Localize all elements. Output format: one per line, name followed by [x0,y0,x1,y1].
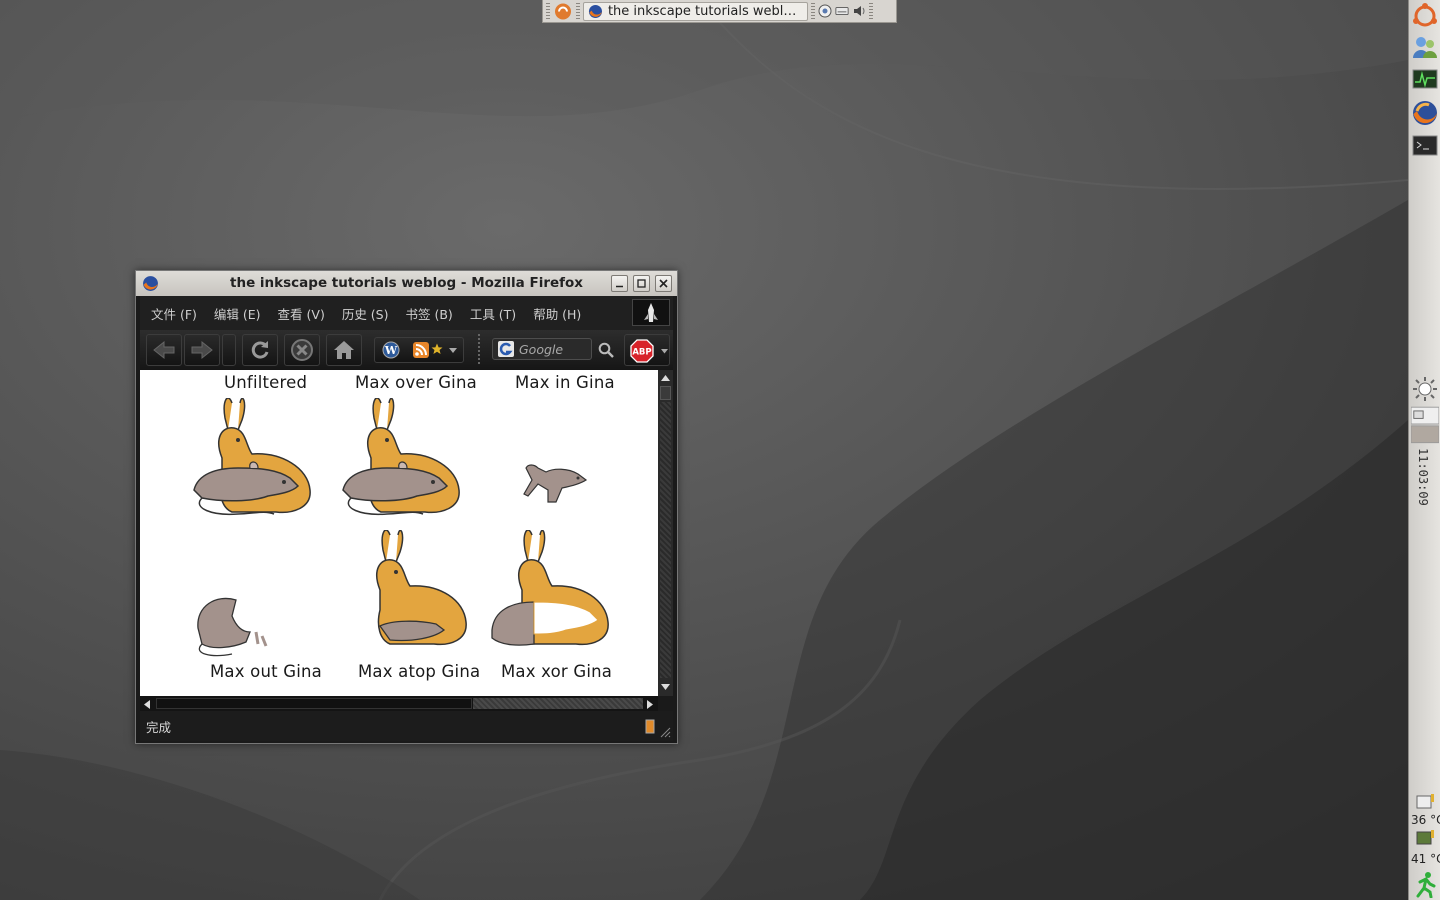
resize-grip-icon[interactable] [660,727,671,738]
caption-unfiltered: Unfiltered [224,373,308,392]
image-max-in-gina [523,464,588,503]
firefox-icon [588,4,603,18]
chevron-down-icon[interactable] [449,348,457,354]
menu-file[interactable]: 文件 (F) [151,304,197,323]
statusbar: 完成 [140,711,673,741]
reload-icon [251,341,269,359]
search-input[interactable] [519,341,587,357]
logout-runner-icon[interactable] [1411,870,1439,898]
adblock-plus-icon: ABP [630,339,654,363]
firefox-launcher-icon[interactable] [1411,99,1439,127]
stop-icon [291,339,313,361]
menu-history[interactable]: 历史 (S) [342,304,389,323]
home-button[interactable] [326,334,362,366]
navigation-toolbar: W ABP [140,330,673,370]
search-engine-icon[interactable] [497,340,515,358]
menubar: 文件 (F) 编辑 (E) 查看 (V) 历史 (S) 书签 (B) 工具 (T… [140,296,673,330]
stop-button[interactable] [284,334,320,366]
vertical-scroll-track[interactable] [660,402,671,678]
dock-clock[interactable]: 11:03:09 [1416,448,1430,506]
throbber-icon [632,299,670,326]
vertical-scrollbar[interactable] [658,370,673,696]
chevron-down-icon [661,349,668,354]
taskbar-grip[interactable] [546,2,550,20]
right-dock: 11:03:09 36 °C 41 °C [1408,0,1440,900]
gpu-temp-icon [1411,826,1439,850]
history-dropdown-button[interactable] [222,334,236,366]
forward-button[interactable] [184,334,220,366]
firefox-window: the inkscape tutorials weblog - Mozilla … [135,270,678,744]
scroll-left-arrow-icon[interactable] [144,700,150,709]
toolbar-separator [478,334,480,366]
caption-max-atop-gina: Max atop Gina [358,662,481,681]
bookmark-star-icon[interactable] [431,343,443,355]
menu-view[interactable]: 查看 (V) [278,304,325,323]
ubuntu-menu-icon[interactable] [553,2,573,21]
cpu-temp-value: 36 °C [1411,813,1440,827]
forward-arrow-icon [191,340,213,360]
status-text: 完成 [146,719,172,735]
reload-button[interactable] [242,334,278,366]
minimize-button[interactable] [611,275,628,292]
taskbar-task-firefox[interactable]: the inkscape tutorials weblo··· [583,1,808,21]
window-titlebar[interactable]: the inkscape tutorials weblog - Mozilla … [136,271,677,296]
back-button[interactable] [146,334,182,366]
top-taskbar: the inkscape tutorials weblo··· [542,0,897,23]
search-icon[interactable] [598,342,614,358]
statusbar-addon-icon[interactable] [645,719,655,734]
taskbar-task-title: the inkscape tutorials weblo··· [607,3,803,19]
search-box[interactable] [492,338,592,360]
rss-feed-icon[interactable] [413,342,429,358]
menu-bookmarks[interactable]: 书签 (B) [406,304,453,323]
network-icon[interactable] [818,4,832,18]
scroll-up-arrow-icon[interactable] [661,375,670,381]
home-icon [334,341,354,359]
scroll-right-arrow-icon[interactable] [647,700,653,709]
keyboard-icon[interactable] [835,4,849,18]
maximize-icon [637,279,646,288]
wordpress-icon[interactable]: W [382,341,400,359]
terminal-icon[interactable] [1411,132,1439,160]
ubuntu-logo-icon[interactable] [1411,2,1439,30]
menu-edit[interactable]: 编辑 (E) [214,304,261,323]
window-title: the inkscape tutorials weblog - Mozilla … [230,275,583,291]
taskbar-grip[interactable] [576,2,580,20]
close-icon [659,279,668,288]
users-icon[interactable] [1411,33,1439,61]
image-max-over-gina [342,398,460,516]
back-arrow-icon [153,340,175,360]
image-max-xor-gina [491,530,609,646]
caption-max-over-gina: Max over Gina [355,373,477,392]
adblock-plus-button[interactable]: ABP [624,334,670,366]
taskbar-grip[interactable] [811,2,815,20]
vertical-scroll-thumb[interactable] [660,386,671,400]
volume-icon[interactable] [852,4,866,18]
maximize-button[interactable] [633,275,650,292]
close-button[interactable] [655,275,672,292]
svg-text:ABP: ABP [632,348,651,358]
image-max-atop-gina [376,530,467,646]
menu-tools[interactable]: 工具 (T) [470,304,516,323]
horizontal-scroll-track[interactable] [473,698,643,709]
taskbar-grip[interactable] [869,2,873,20]
menu-help[interactable]: 帮助 (H) [533,304,581,323]
image-max-out-gina [197,597,268,657]
cpu-temp-icon [1411,790,1439,814]
minimize-icon [616,285,623,288]
horizontal-scroll-thumb[interactable] [156,698,472,709]
caption-max-xor-gina: Max xor Gina [501,662,613,681]
caption-max-in-gina: Max in Gina [515,373,615,392]
workspace-switcher[interactable] [1411,404,1439,444]
scroll-down-arrow-icon[interactable] [661,684,670,690]
gpu-temp-value: 41 °C [1411,852,1440,866]
system-monitor-icon[interactable] [1411,66,1439,94]
image-unfiltered [193,398,311,516]
weather-sun-icon[interactable] [1411,375,1439,403]
caption-max-out-gina: Max out Gina [210,662,322,681]
page-content[interactable]: Unfiltered Max over Gina Max in Gina Max… [140,370,658,696]
horizontal-scrollbar[interactable] [140,696,658,711]
bookmark-toolbar-group: W [374,337,464,363]
svg-text:W: W [384,344,398,357]
